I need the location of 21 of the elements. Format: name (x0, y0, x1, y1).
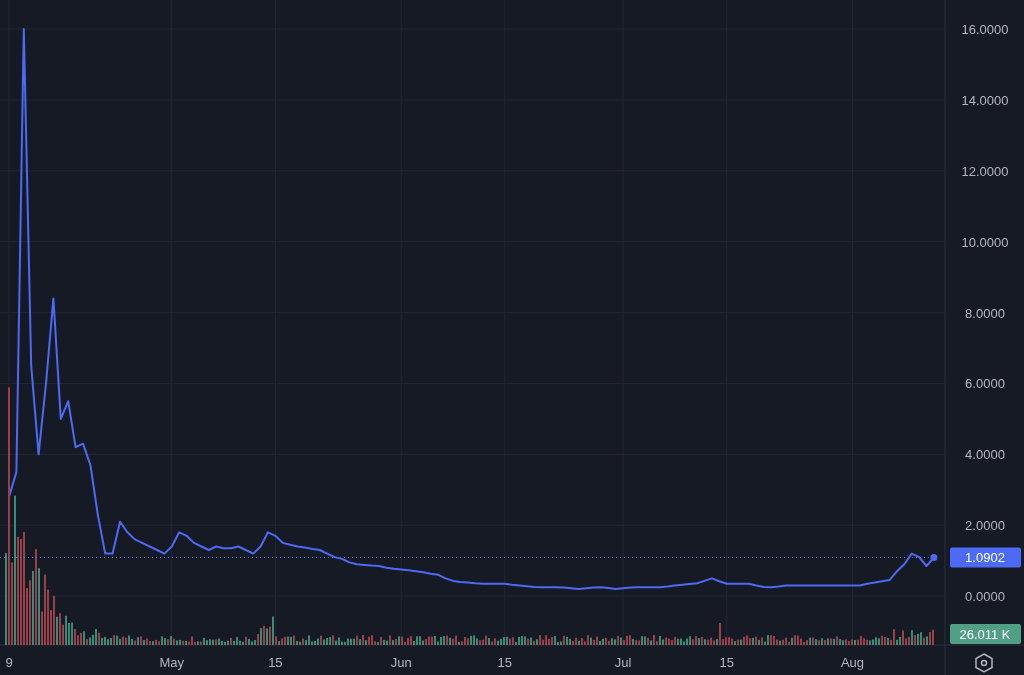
last-price-dot (930, 553, 938, 561)
y-axis-label: 6.0000 (965, 376, 1005, 392)
x-axis-label: 15 (719, 655, 734, 670)
x-axis-label: May (159, 655, 185, 670)
y-axis-label: 0.0000 (965, 589, 1005, 605)
x-axis-label: Jun (390, 655, 412, 670)
y-axis-label: 8.0000 (965, 305, 1005, 321)
x-axis-label: 9 (5, 655, 13, 670)
x-axis-label: Aug (840, 655, 865, 670)
volume-badge: 26.011 K (950, 624, 1021, 644)
x-axis-label: Jul (614, 655, 632, 670)
y-axis-label: 12.0000 (961, 163, 1009, 179)
y-axis-label: 2.0000 (965, 518, 1005, 534)
settings-icon[interactable] (975, 653, 993, 673)
price-badge: 1.0902 (950, 547, 1021, 568)
y-axis-label: 4.0000 (965, 447, 1005, 463)
y-axis-label: 14.0000 (961, 92, 1009, 108)
x-axis-label: 15 (268, 655, 283, 670)
x-axis-label: 15 (497, 655, 512, 670)
y-axis-label: 10.0000 (961, 234, 1009, 250)
y-axis-label: 16.0000 (961, 22, 1009, 38)
